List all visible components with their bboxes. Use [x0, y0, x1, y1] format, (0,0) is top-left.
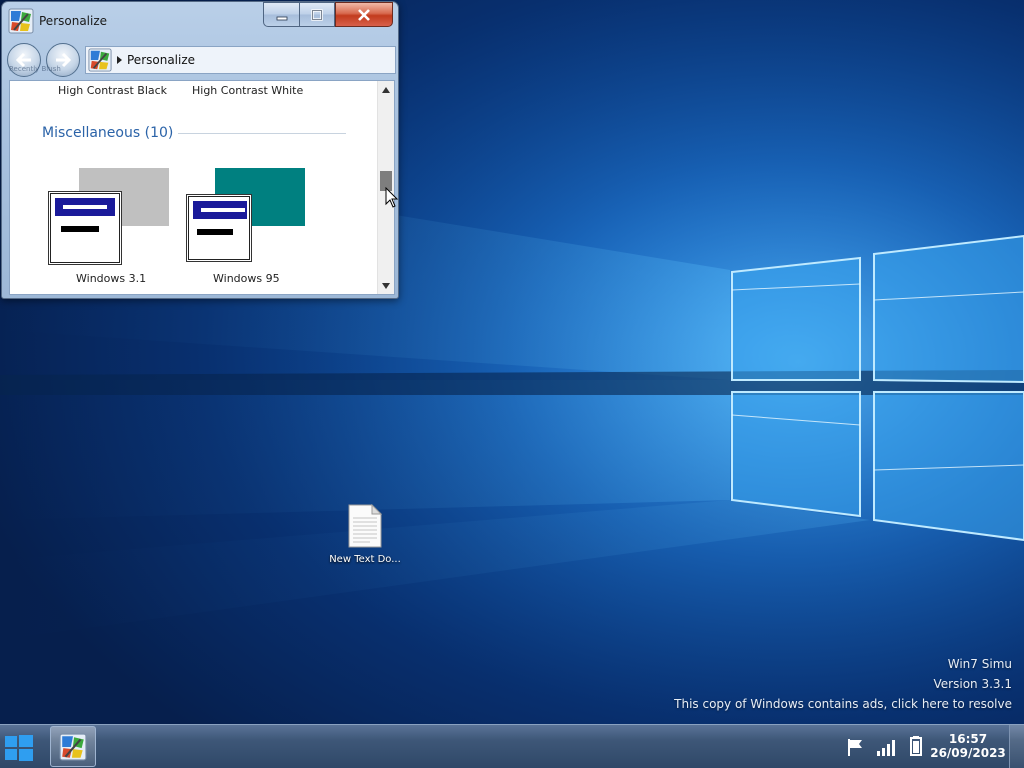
taskbar-clock[interactable]: 16:57 26/09/2023 [930, 732, 1006, 760]
scroll-up-button[interactable] [378, 81, 394, 98]
watermark-product: Win7 Simu [947, 657, 1012, 671]
theme-windows-31-window-preview [49, 192, 121, 264]
action-center-flag-icon[interactable] [846, 737, 866, 757]
scroll-down-button[interactable] [378, 277, 394, 294]
window-title: Personalize [39, 14, 108, 28]
windows-logo-icon [5, 735, 33, 761]
start-button[interactable] [2, 731, 36, 765]
personalize-app-icon [8, 8, 34, 34]
theme-label-windows-31: Windows 3.1 [76, 272, 147, 285]
maximize-button[interactable] [299, 2, 335, 27]
theme-label-high-contrast-black[interactable]: High Contrast Black [58, 84, 167, 97]
triangle-down-icon [382, 282, 390, 289]
taskbar-item-personalize[interactable] [50, 726, 96, 767]
theme-label-high-contrast-white[interactable]: High Contrast White [192, 84, 303, 97]
theme-label-windows-95: Windows 95 [213, 272, 280, 285]
network-signal-icon[interactable] [876, 737, 898, 757]
desktop-icon-label: New Text Do... [329, 554, 401, 565]
minimize-icon [276, 16, 287, 20]
watermark-version: Version 3.3.1 [933, 677, 1012, 691]
personalize-location-icon [88, 48, 112, 72]
activation-watermark: Win7 Simu Version 3.3.1 This copy of Win… [674, 654, 1012, 714]
minimize-button[interactable] [263, 2, 299, 27]
close-icon [358, 8, 370, 21]
clock-date: 26/09/2023 [930, 746, 1006, 760]
nav-hint-text: Recently Blush [9, 65, 61, 73]
show-desktop-button[interactable] [1009, 725, 1024, 768]
watermark-ads-link[interactable]: This copy of Windows contains ads, click… [674, 694, 1012, 714]
battery-icon[interactable] [909, 735, 923, 757]
clock-time: 16:57 [948, 732, 988, 746]
section-title-miscellaneous: Miscellaneous (10) [42, 125, 174, 141]
address-bar[interactable]: Personalize [85, 46, 396, 74]
mouse-pointer-icon [385, 187, 399, 208]
close-button[interactable] [335, 2, 393, 27]
section-divider [178, 133, 346, 134]
text-document-icon [348, 503, 383, 548]
theme-windows-95-window-preview [187, 195, 251, 261]
breadcrumb-chevron-icon[interactable] [117, 56, 122, 64]
personalize-app-icon [59, 733, 87, 760]
caption-buttons [263, 2, 393, 27]
taskbar: 16:57 26/09/2023 [0, 724, 1024, 768]
desktop-icon-text-document[interactable]: New Text Do... [326, 500, 404, 572]
triangle-up-icon [382, 86, 390, 93]
maximize-icon [311, 8, 323, 21]
breadcrumb-personalize[interactable]: Personalize [127, 53, 195, 67]
themes-list-pane: High Contrast Black High Contrast White … [9, 80, 395, 295]
personalize-window: Personalize Recently Blush Personalize H… [1, 1, 399, 299]
